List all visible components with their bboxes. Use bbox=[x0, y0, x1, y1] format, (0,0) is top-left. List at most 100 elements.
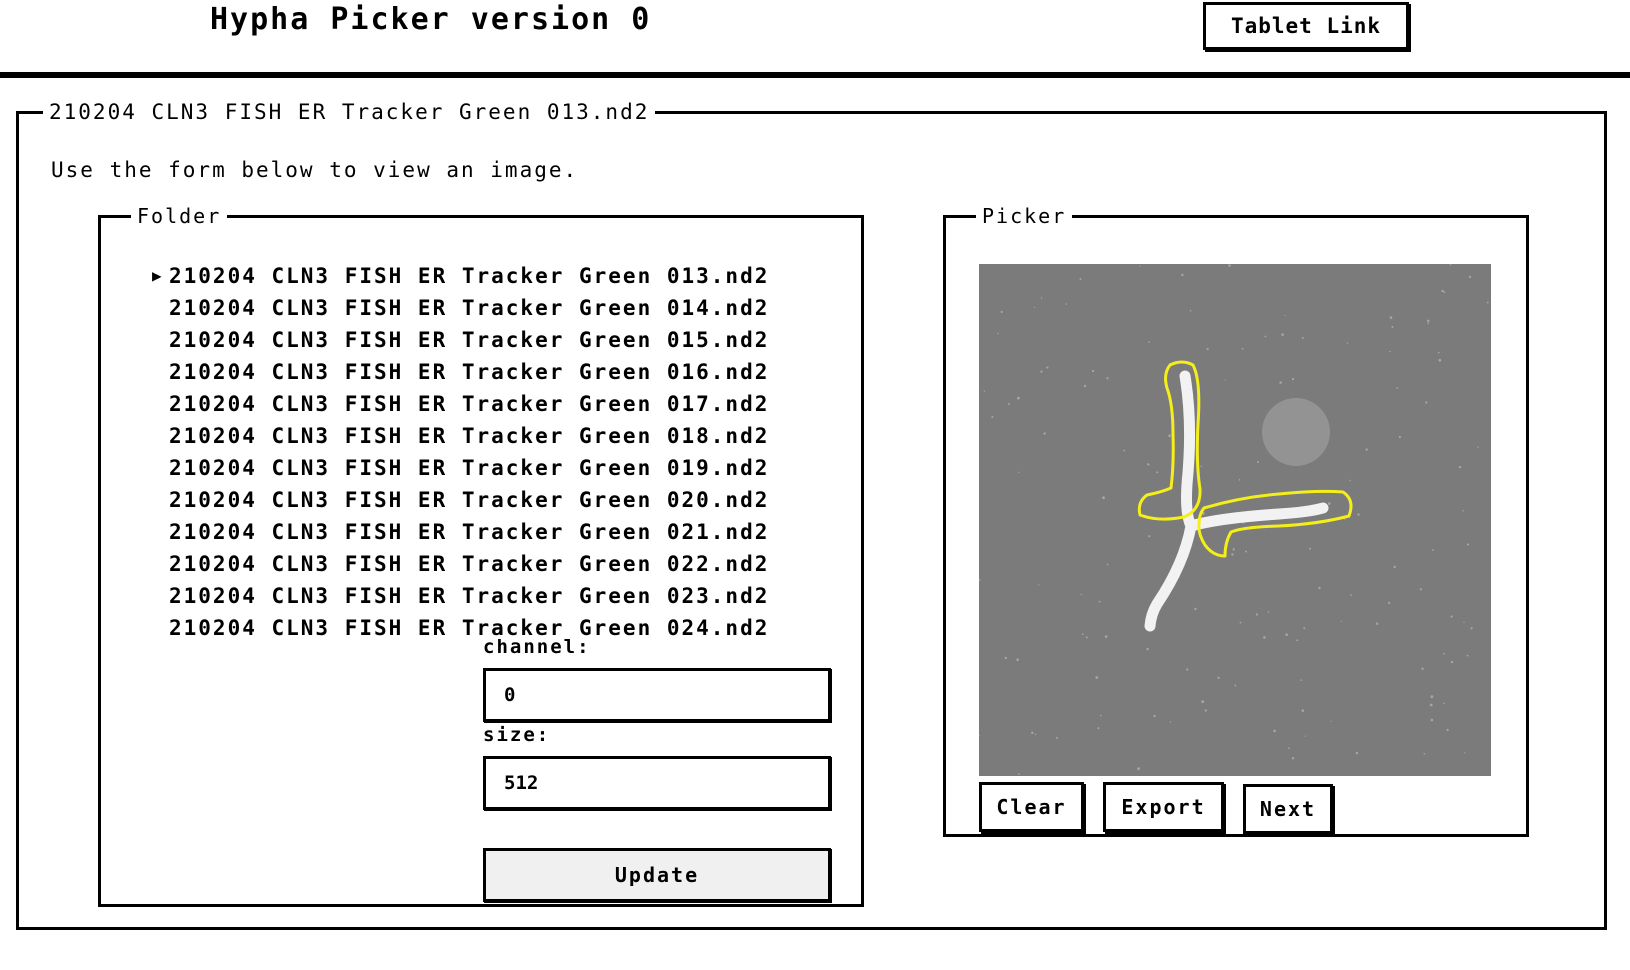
noise-speck bbox=[1083, 384, 1087, 388]
noise-speck bbox=[1430, 718, 1434, 722]
file-list-item[interactable]: 210204 CLN3 FISH ER Tracker Green 016.nd… bbox=[152, 356, 769, 388]
noise-speck bbox=[1004, 656, 1007, 660]
image-viewer-panel: 210204 CLN3 FISH ER Tracker Green 013.nd… bbox=[16, 100, 1607, 930]
noise-speck bbox=[1443, 291, 1446, 293]
noise-speck bbox=[1389, 316, 1393, 319]
noise-speck bbox=[1106, 377, 1109, 380]
hypha-image[interactable] bbox=[979, 264, 1491, 776]
noise-speck bbox=[1123, 449, 1126, 452]
noise-speck bbox=[1200, 465, 1202, 468]
noise-speck bbox=[1040, 297, 1043, 299]
noise-speck bbox=[1391, 325, 1394, 328]
noise-speck bbox=[1284, 314, 1286, 316]
file-name: 210204 CLN3 FISH ER Tracker Green 019.nd… bbox=[169, 456, 770, 480]
noise-speck bbox=[1017, 396, 1020, 400]
noise-speck bbox=[1169, 721, 1172, 723]
file-name: 210204 CLN3 FISH ER Tracker Green 016.nd… bbox=[169, 360, 770, 384]
noise-speck bbox=[1079, 278, 1082, 281]
noise-speck bbox=[1031, 731, 1034, 734]
noise-speck bbox=[1256, 461, 1259, 464]
noise-speck bbox=[1100, 714, 1102, 717]
noise-speck bbox=[1206, 347, 1209, 351]
noise-speck bbox=[1441, 289, 1444, 293]
noise-speck bbox=[1466, 654, 1469, 657]
tablet-link-button[interactable]: Tablet Link bbox=[1203, 2, 1409, 50]
noise-speck bbox=[1304, 735, 1306, 737]
noise-speck bbox=[1443, 652, 1445, 655]
file-name: 210204 CLN3 FISH ER Tracker Green 020.nd… bbox=[169, 488, 770, 512]
noise-speck bbox=[1263, 636, 1266, 639]
noise-speck bbox=[991, 416, 994, 418]
noise-speck bbox=[1425, 401, 1428, 404]
update-button[interactable]: Update bbox=[483, 848, 831, 902]
noise-speck bbox=[1375, 622, 1379, 625]
noise-speck bbox=[1389, 350, 1391, 353]
noise-speck bbox=[1281, 333, 1284, 336]
noise-speck bbox=[1438, 358, 1442, 362]
noise-speck bbox=[1016, 658, 1019, 661]
file-list-item[interactable]: 210204 CLN3 FISH ER Tracker Green 014.nd… bbox=[152, 292, 769, 324]
file-name: 210204 CLN3 FISH ER Tracker Green 014.nd… bbox=[169, 296, 770, 320]
noise-speck bbox=[1477, 446, 1479, 448]
file-list-item[interactable]: ▶ 210204 CLN3 FISH ER Tracker Green 013.n… bbox=[152, 260, 769, 292]
noise-speck bbox=[1421, 667, 1424, 670]
noise-speck bbox=[1470, 627, 1473, 630]
header-divider bbox=[0, 72, 1630, 78]
noise-speck bbox=[1446, 728, 1449, 731]
noise-speck bbox=[1234, 684, 1237, 687]
noise-speck bbox=[1396, 387, 1399, 389]
noise-speck bbox=[1300, 679, 1303, 681]
noise-speck bbox=[1186, 668, 1189, 671]
file-list-item[interactable]: 210204 CLN3 FISH ER Tracker Green 018.nd… bbox=[152, 420, 769, 452]
file-list-item[interactable]: 210204 CLN3 FISH ER Tracker Green 020.nd… bbox=[152, 484, 769, 516]
noise-speck bbox=[1034, 733, 1037, 736]
file-list-item[interactable]: 210204 CLN3 FISH ER Tracker Green 023.nd… bbox=[152, 580, 769, 612]
noise-speck bbox=[1429, 703, 1433, 707]
noise-speck bbox=[1224, 379, 1226, 381]
file-list-item[interactable]: 210204 CLN3 FISH ER Tracker Green 022.nd… bbox=[152, 548, 769, 580]
file-list-item[interactable]: 210204 CLN3 FISH ER Tracker Green 015.nd… bbox=[152, 324, 769, 356]
noise-speck bbox=[1486, 301, 1489, 304]
noise-speck bbox=[1464, 752, 1466, 754]
noise-speck bbox=[1340, 620, 1342, 622]
file-list: ▶ 210204 CLN3 FISH ER Tracker Green 013.n… bbox=[152, 260, 769, 644]
noise-speck bbox=[1301, 336, 1304, 339]
channel-input[interactable] bbox=[483, 668, 831, 722]
noise-speck bbox=[1102, 496, 1105, 500]
noise-speck bbox=[1285, 633, 1288, 636]
noise-speck bbox=[1104, 635, 1108, 638]
noise-speck bbox=[1043, 432, 1046, 435]
noise-speck bbox=[1296, 639, 1299, 642]
noise-speck bbox=[1153, 714, 1156, 718]
noise-speck bbox=[1273, 729, 1276, 733]
file-list-item[interactable]: 210204 CLN3 FISH ER Tracker Green 021.nd… bbox=[152, 516, 769, 548]
noise-speck bbox=[1437, 351, 1440, 354]
noise-speck bbox=[1255, 613, 1258, 616]
export-button[interactable]: Export bbox=[1103, 782, 1224, 832]
noise-speck bbox=[1462, 510, 1464, 512]
noise-speck bbox=[1264, 335, 1267, 338]
noise-speck bbox=[1427, 322, 1429, 325]
size-input[interactable] bbox=[483, 756, 831, 810]
file-name: 210204 CLN3 FISH ER Tracker Green 024.nd… bbox=[169, 616, 770, 640]
noise-speck bbox=[1217, 676, 1220, 679]
microscopy-image-canvas[interactable] bbox=[979, 264, 1491, 776]
noise-speck bbox=[1267, 611, 1270, 613]
noise-speck bbox=[1181, 273, 1184, 277]
noise-speck bbox=[1450, 660, 1454, 664]
noise-speck bbox=[1228, 264, 1231, 267]
noise-speck bbox=[1309, 547, 1311, 550]
noise-speck bbox=[1301, 709, 1305, 712]
file-list-item[interactable]: 210204 CLN3 FISH ER Tracker Green 017.nd… bbox=[152, 388, 769, 420]
file-list-item[interactable]: 210204 CLN3 FISH ER Tracker Green 024.nd… bbox=[152, 612, 769, 644]
current-image-title: 210204 CLN3 FISH ER Tracker Green 013.nd… bbox=[49, 100, 650, 124]
noise-speck bbox=[1288, 747, 1290, 749]
next-button[interactable]: Next bbox=[1243, 784, 1333, 834]
noise-speck bbox=[1080, 593, 1082, 596]
clear-button[interactable]: Clear bbox=[979, 782, 1084, 832]
channel-label: channel: bbox=[483, 636, 591, 658]
noise-speck bbox=[1038, 584, 1040, 586]
noise-speck bbox=[1303, 627, 1306, 630]
noise-speck bbox=[1097, 727, 1100, 730]
file-list-item[interactable]: 210204 CLN3 FISH ER Tracker Green 019.nd… bbox=[152, 452, 769, 484]
